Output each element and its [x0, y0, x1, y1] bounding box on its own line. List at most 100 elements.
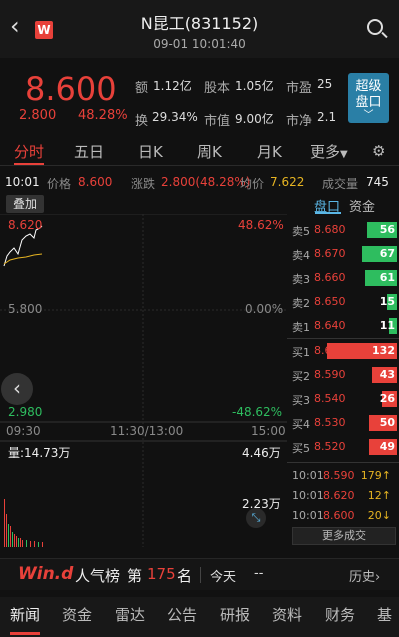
level-price: 8.520	[314, 440, 346, 453]
chart-mid-pct: 0.00%	[245, 302, 284, 316]
orderbook-row: 买2 8.590 43	[287, 364, 399, 386]
stat-value: 25	[317, 77, 333, 91]
level-label: 卖5	[292, 225, 310, 238]
info-chg-label: 涨跌	[131, 177, 156, 191]
tab-five-day[interactable]: 五日	[74, 141, 104, 162]
tab-weekly-k[interactable]: 周K	[197, 141, 222, 162]
info-avg-label: 均价	[240, 177, 265, 191]
stat-label: 市净	[286, 114, 313, 129]
period-value: --	[254, 566, 264, 581]
level-label: 卖2	[292, 297, 310, 310]
info-bar: 10:01 价格 8.600 涨跌 2.800(48.28%) 均价 7.622…	[0, 175, 399, 193]
trade-time: 10:01	[292, 469, 324, 482]
chart-mid-price: 5.800	[8, 302, 43, 316]
settings-icon[interactable]: ⚙	[372, 142, 385, 160]
orderbook-row: 买3 8.540 26	[287, 388, 399, 410]
level-price: 8.640	[314, 319, 346, 332]
trade-volume: 12↑	[367, 489, 391, 502]
volume-bars	[4, 499, 43, 547]
search-icon[interactable]	[367, 19, 383, 35]
overlay-button[interactable]: 叠加	[6, 195, 44, 213]
trade-row: 10:01 8.600 20↓	[287, 506, 399, 526]
level-volume: 50	[379, 416, 395, 429]
current-price: 8.600	[25, 70, 117, 108]
chevron-down-icon: ﹀	[363, 110, 374, 121]
stat-value: 1.05亿	[235, 79, 274, 93]
level-price: 8.660	[314, 271, 346, 284]
active-tab-indicator	[14, 163, 44, 165]
intraday-chart[interactable]: 8.620 48.62% 5.800 0.00% 2.980 -48.62% 0…	[0, 214, 287, 547]
history-label: 历史	[349, 570, 376, 585]
tab-funds[interactable]: 资金	[349, 196, 375, 215]
tab-intraday[interactable]: 分时	[14, 141, 44, 162]
nav-radar[interactable]: 雷达	[115, 604, 145, 625]
chart-time-mid: 11:30/13:00	[110, 424, 184, 438]
nav-profile[interactable]: 资料	[272, 604, 302, 625]
nav-funds[interactable]: 资金	[62, 604, 92, 625]
orderbook-row: 买4 8.530 50	[287, 412, 399, 434]
trade-price: 8.590	[323, 469, 355, 482]
nav-announcements[interactable]: 公告	[167, 604, 197, 625]
chart-bot-pct: -48.62%	[232, 405, 283, 419]
info-time: 10:01	[5, 175, 40, 189]
level-price: 8.670	[314, 247, 346, 260]
stat-value: 1.12亿	[153, 79, 192, 93]
stat-value: 29.34%	[152, 110, 198, 124]
price-change: 2.800	[19, 108, 57, 123]
level-label: 卖3	[292, 273, 310, 286]
info-vol-label: 成交量	[322, 177, 359, 191]
level-volume: 132	[372, 344, 395, 357]
trade-row: 10:01 8.590 179↑	[287, 466, 399, 486]
level-price: 8.650	[314, 295, 346, 308]
stat-label: 额	[135, 81, 149, 96]
level-label: 买1	[292, 346, 310, 359]
more-trades-button[interactable]: 更多成交	[292, 527, 396, 545]
wind-brand-logo: Win.d	[18, 564, 74, 584]
nav-research[interactable]: 研报	[220, 604, 250, 625]
chevron-left-icon[interactable]: ‹	[1, 373, 33, 405]
expand-icon[interactable]: ⤡	[246, 508, 266, 528]
info-avg: 7.622	[270, 175, 305, 189]
super-btn-line2: 盘口	[355, 95, 382, 110]
super-orderbook-button[interactable]: 超级 盘口 ﹀	[348, 73, 389, 123]
orderbook-row: 买5 8.520 49	[287, 436, 399, 458]
level-volume: 56	[379, 223, 395, 236]
info-price-label: 价格	[47, 177, 72, 191]
orderbook-row: 卖1 8.640 11	[287, 315, 399, 337]
level-volume: 61	[379, 271, 395, 284]
tab-daily-k[interactable]: 日K	[138, 141, 163, 162]
nav-financials[interactable]: 财务	[325, 604, 355, 625]
history-link[interactable]: 历史›	[349, 566, 380, 585]
level-volume: 26	[379, 392, 395, 405]
avg-price-line	[3, 253, 43, 265]
nav-fundamentals[interactable]: 基	[377, 604, 392, 625]
info-chg: 2.800(48.28%)	[161, 175, 251, 189]
level-volume: 67	[379, 247, 395, 260]
chart-bot-price: 2.980	[8, 405, 43, 419]
trade-price: 8.600	[323, 509, 355, 522]
info-vol: 745	[366, 175, 389, 189]
popularity-bar[interactable]: Win.d 人气榜 第 175 名 今天 -- 历史›	[0, 558, 399, 590]
chevron-right-icon: ›	[375, 570, 381, 585]
nav-news[interactable]: 新闻	[10, 604, 40, 625]
trade-price: 8.620	[323, 489, 355, 502]
price-change-pct: 48.28%	[78, 108, 128, 123]
level-volume: 43	[379, 368, 395, 381]
level-volume: 11	[379, 319, 395, 332]
tab-more[interactable]: 更多▼	[310, 141, 348, 162]
chart-top-pct: 48.62%	[238, 218, 284, 232]
orderbook-row: 卖5 8.680 56	[287, 219, 399, 241]
tab-monthly-k[interactable]: 月K	[257, 141, 282, 162]
orderbook-row: 买18.600132	[287, 340, 399, 362]
rank-suffix: 名	[177, 567, 193, 585]
rank-prefix: 第	[127, 567, 143, 585]
chart-top-price: 8.620	[8, 218, 43, 232]
trade-volume: 20↓	[367, 509, 391, 522]
stat-label: 股本	[204, 81, 231, 96]
orderbook-divider	[287, 462, 399, 463]
level-label: 买2	[292, 370, 310, 383]
level-price: 8.590	[314, 368, 346, 381]
level-label: 买3	[292, 394, 310, 407]
level-price: 8.530	[314, 416, 346, 429]
level-label: 卖1	[292, 321, 310, 334]
